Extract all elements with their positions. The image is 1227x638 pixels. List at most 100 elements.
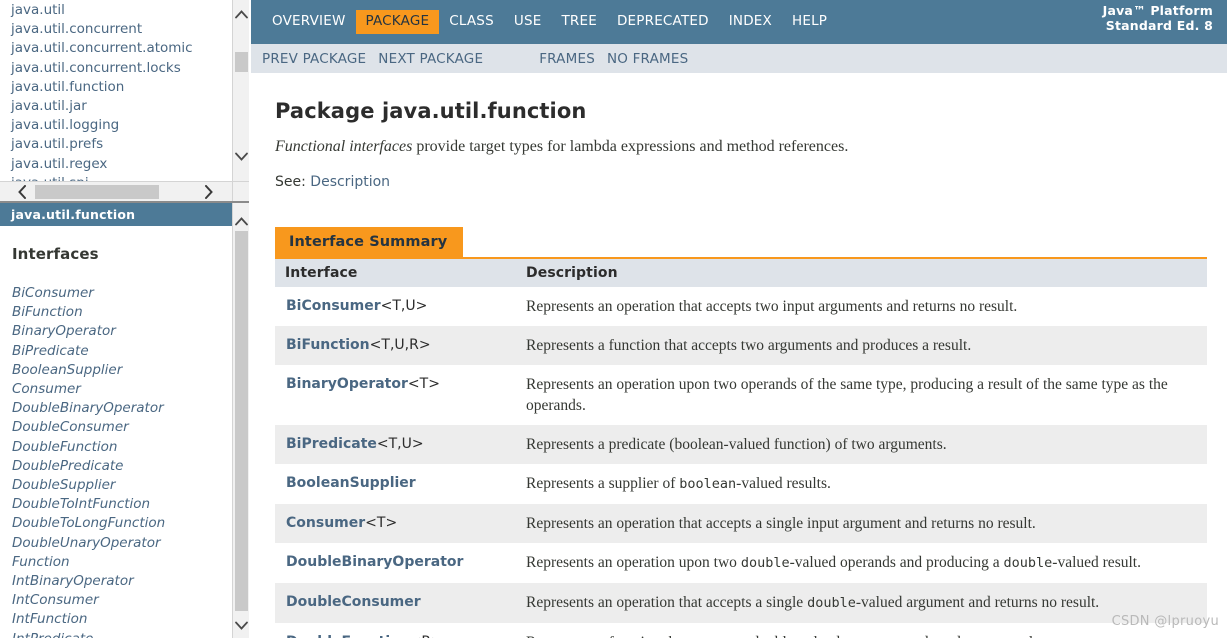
class-list-item[interactable]: BiFunction [12, 303, 232, 322]
topnav-item-package[interactable]: PACKAGE [355, 10, 440, 34]
class-list[interactable]: BiConsumer BiFunction BinaryOperator BiPred… [12, 284, 232, 638]
scrollbar-thumb[interactable] [235, 231, 248, 611]
topnav-item-index[interactable]: INDEX [719, 10, 782, 34]
interface-name-cell: BinaryOperator<T> [275, 365, 516, 425]
package-list-horizontal-scrollbar[interactable] [0, 181, 232, 201]
main-content-frame: OVERVIEW PACKAGE CLASS USE TREE DEPRECATED IND… [251, 0, 1227, 638]
scrollbar-thumb[interactable] [35, 185, 159, 199]
topnav-item-class[interactable]: CLASS [439, 10, 504, 34]
next-package-link[interactable]: NEXT PACKAGE [378, 51, 483, 67]
package-list-item[interactable]: java.util.logging [11, 116, 232, 135]
package-list[interactable]: java.util java.util.concurrent java.util.c… [0, 0, 232, 181]
class-list-item[interactable]: DoublePredicate [12, 457, 232, 476]
class-list-item[interactable]: DoubleBinaryOperator [12, 399, 232, 418]
table-row: Consumer<T> Represents an operation that … [275, 504, 1207, 543]
topnav-item-overview[interactable]: OVERVIEW [262, 10, 356, 34]
interface-type-params: <T> [365, 515, 398, 531]
table-row: DoubleBinaryOperator Represents an operat… [275, 543, 1207, 583]
interface-link[interactable]: Consumer [286, 515, 365, 531]
see-description-link[interactable]: Description [310, 174, 390, 190]
interface-link[interactable]: DoubleFunction [286, 634, 410, 638]
no-frames-link[interactable]: NO FRAMES [607, 51, 688, 67]
interface-description-cell: Represents an operation that accepts a s… [516, 583, 1207, 623]
topnav-item-deprecated[interactable]: DEPRECATED [607, 10, 719, 34]
scroll-right-icon[interactable] [198, 182, 218, 201]
class-frame-package-title: java.util.function [0, 203, 232, 226]
interface-type-params: <T> [407, 376, 440, 392]
class-list-item[interactable]: BinaryOperator [12, 322, 232, 341]
class-list-item[interactable]: BiConsumer [12, 284, 232, 303]
description-text: Represents a function that accepts two a… [526, 337, 972, 354]
package-description: Functional interfaces provide target typ… [275, 138, 1227, 156]
class-list-item[interactable]: IntPredicate [12, 630, 232, 638]
class-list-item[interactable]: Function [12, 553, 232, 572]
package-list-vertical-scrollbar[interactable] [232, 0, 249, 181]
package-list-item[interactable]: java.util.concurrent.locks [11, 59, 232, 78]
interface-description-cell: Represents an operation upon two double-… [516, 543, 1207, 583]
prev-package-link[interactable]: PREV PACKAGE [262, 51, 366, 67]
class-list-item[interactable]: BiPredicate [12, 342, 232, 361]
interface-link[interactable]: BiPredicate [286, 436, 377, 452]
description-text: Represents a supplier of [526, 475, 680, 492]
description-text: -valued operands and producing a [789, 554, 1004, 571]
package-list-item[interactable]: java.util [11, 1, 232, 20]
interface-type-params: <T,U,R> [369, 337, 431, 353]
package-list-item[interactable]: java.util.concurrent [11, 20, 232, 39]
description-text: -valued result. [1052, 554, 1141, 571]
interface-description-cell: Represents a function that accepts two a… [516, 326, 1207, 365]
class-list-item[interactable]: IntConsumer [12, 591, 232, 610]
topnav-item-help[interactable]: HELP [782, 10, 837, 34]
class-list-item[interactable]: Consumer [12, 380, 232, 399]
interface-link[interactable]: DoubleBinaryOperator [286, 554, 463, 570]
class-list-item[interactable]: DoubleUnaryOperator [12, 534, 232, 553]
inline-code: double [1003, 555, 1053, 571]
scrollbar-corner [232, 181, 249, 201]
class-list-item[interactable]: DoubleFunction [12, 438, 232, 457]
table-row: BiConsumer<T,U> Represents an operation t… [275, 287, 1207, 326]
package-list-item[interactable]: java.util.regex [11, 155, 232, 174]
interface-name-cell: BooleanSupplier [275, 464, 516, 504]
package-list-item[interactable]: java.util.spi [11, 174, 232, 181]
interface-link[interactable]: BooleanSupplier [286, 475, 416, 491]
package-content: Package java.util.function Functional in… [251, 74, 1227, 638]
class-list-item[interactable]: DoubleConsumer [12, 418, 232, 437]
page-title: Package java.util.function [275, 99, 587, 123]
class-list-body: Interfaces BiConsumer BiFunction BinaryOpe… [0, 226, 232, 638]
topnav-item-tree[interactable]: TREE [551, 10, 607, 34]
class-list-item[interactable]: DoubleToLongFunction [12, 514, 232, 533]
interface-summary-table: Interface Description BiConsumer<T,U> Rep… [275, 257, 1207, 638]
description-text: Represents an operation that accepts two… [526, 298, 1018, 315]
javadoc-page: java.util java.util.concurrent java.util.c… [0, 0, 1227, 638]
class-list-item[interactable]: DoubleSupplier [12, 476, 232, 495]
scroll-up-icon[interactable] [233, 213, 250, 230]
package-list-item[interactable]: java.util.function [11, 78, 232, 97]
package-list-item[interactable]: java.util.concurrent.atomic [11, 39, 232, 58]
scroll-up-icon[interactable] [233, 6, 250, 23]
column-header-description: Description [516, 258, 1207, 287]
package-list-item[interactable]: java.util.jar [11, 97, 232, 116]
interface-link[interactable]: BinaryOperator [286, 376, 408, 392]
class-list-item[interactable]: IntBinaryOperator [12, 572, 232, 591]
scroll-down-icon[interactable] [233, 617, 250, 634]
topnav-item-use[interactable]: USE [504, 10, 552, 34]
description-text: Represents an operation that accepts a s… [526, 594, 808, 611]
class-list-item[interactable]: DoubleToIntFunction [12, 495, 232, 514]
interface-description-cell: Represents an operation that accepts a s… [516, 504, 1207, 543]
interface-link[interactable]: BiFunction [286, 337, 370, 353]
class-list-item[interactable]: IntFunction [12, 610, 232, 629]
class-list-item[interactable]: BooleanSupplier [12, 361, 232, 380]
class-list-vertical-scrollbar[interactable] [232, 203, 249, 638]
package-list-frame: java.util java.util.concurrent java.util.c… [0, 0, 249, 203]
scroll-left-icon[interactable] [12, 182, 32, 201]
scrollbar-thumb[interactable] [235, 52, 248, 72]
package-list-item[interactable]: java.util.prefs [11, 135, 232, 154]
interface-link[interactable]: DoubleConsumer [286, 594, 421, 610]
description-text: Represents an operation upon two operand… [526, 376, 1168, 414]
frames-link[interactable]: FRAMES [539, 51, 595, 67]
table-row: BiPredicate<T,U> Represents a predicate (… [275, 425, 1207, 464]
interface-name-cell: DoubleConsumer [275, 583, 516, 623]
interface-type-params: <T,U> [376, 436, 424, 452]
interface-summary-caption: Interface Summary [275, 227, 464, 257]
interface-link[interactable]: BiConsumer [286, 298, 381, 314]
scroll-down-icon[interactable] [233, 148, 250, 165]
